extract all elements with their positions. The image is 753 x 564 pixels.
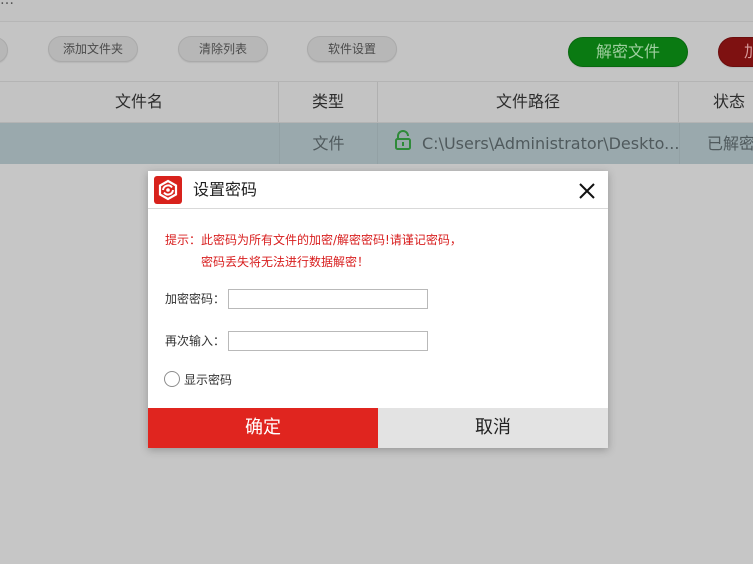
add-folder-button[interactable]: 添加文件夹 [48,36,138,62]
column-header-type[interactable]: 类型 [279,82,378,122]
toolbar: 添加文件夹 清除列表 软件设置 解密文件 加 [0,22,753,81]
decrypt-file-button[interactable]: 解密文件 [568,37,688,67]
row-status: 已解密 [679,123,753,164]
column-header-name[interactable]: 文件名 [0,82,279,122]
hint-line-1: 提示：此密码为所有文件的加密/解密密码!请谨记密码， [165,233,462,247]
table-row[interactable]: 文件 C:\Users\Administrator\Deskto... 已解密 [0,123,753,164]
row-path: C:\Users\Administrator\Deskto... [394,123,679,164]
ok-button[interactable]: 确定 [148,408,378,448]
hint-line-2: 密码丢失将无法进行数据解密！ [201,255,370,269]
confirm-password-label: 再次输入： [165,334,226,348]
row-path-text: C:\Users\Administrator\Deskto... [422,134,679,153]
title-bar: … [0,0,753,22]
show-password-option[interactable]: 显示密码 [164,370,232,388]
toolbar-button-partial[interactable] [0,37,8,63]
clear-list-button[interactable]: 清除列表 [178,36,268,62]
set-password-dialog: 设置密码 提示：此密码为所有文件的加密/解密密码!请谨记密码， 密码丢失将无法进… [148,171,608,448]
window-title: … [0,0,14,8]
column-header-path[interactable]: 文件路径 [378,82,679,122]
confirm-password-input[interactable] [228,331,428,351]
unlock-icon [394,124,416,164]
show-password-label: 显示密码 [184,372,233,387]
file-table-header: 文件名 类型 文件路径 状态 [0,81,753,123]
show-password-radio[interactable] [164,371,180,387]
password-hint: 提示：此密码为所有文件的加密/解密密码!请谨记密码， 密码丢失将无法进行数据解密… [165,229,462,273]
software-settings-button[interactable]: 软件设置 [307,36,397,62]
row-type: 文件 [279,123,378,164]
password-label: 加密密码： [165,292,226,306]
dialog-title: 设置密码 [193,180,258,199]
dialog-header: 设置密码 [148,171,608,209]
column-header-status[interactable]: 状态 [679,82,753,122]
cancel-button[interactable]: 取消 [378,408,608,448]
app-logo-icon [154,176,182,204]
encrypt-file-button[interactable]: 加 [718,37,753,67]
password-input[interactable] [228,289,428,309]
close-icon[interactable] [576,180,598,202]
